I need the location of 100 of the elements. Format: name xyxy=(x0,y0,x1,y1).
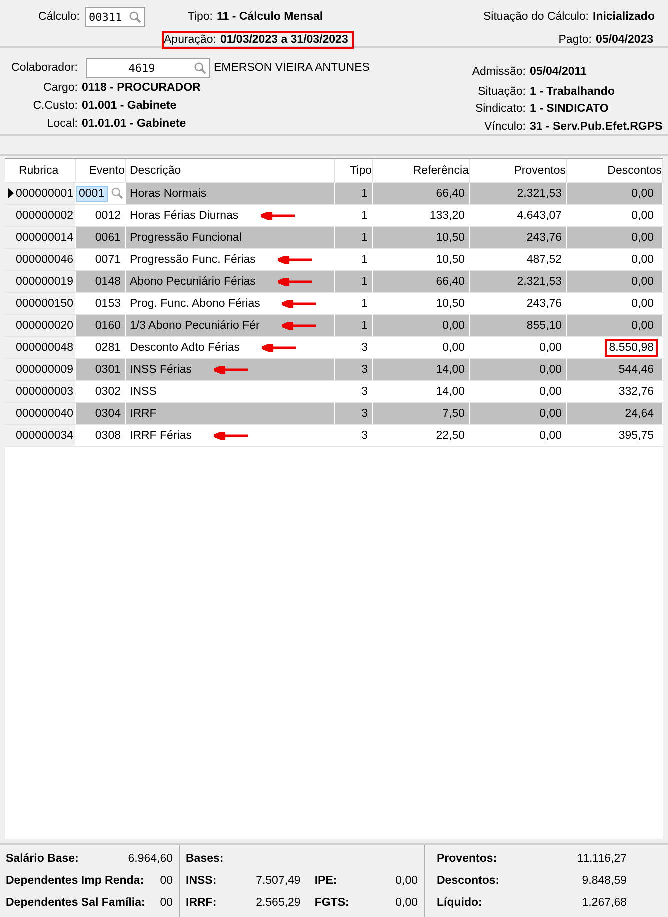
referencia-cell: 66,40 xyxy=(373,271,470,292)
proventos-cell: 0,00 xyxy=(470,359,567,380)
search-icon[interactable] xyxy=(194,62,207,74)
proventos-cell: 0,00 xyxy=(470,403,567,424)
tipo-cell: 3 xyxy=(335,403,373,424)
descontos-cell-text: 332,76 xyxy=(618,384,655,400)
field-value: 1 - SINDICATO xyxy=(530,103,609,116)
summary-value: 7.507,49 xyxy=(255,875,301,887)
referencia-cell: 22,50 xyxy=(373,425,470,446)
rubrica-cell: 000000019 xyxy=(16,276,74,288)
descontos-cell-text: 0,00 xyxy=(630,296,655,312)
field-label: Colaborador: xyxy=(10,62,79,74)
employee-name: EMERSON VIEIRA ANTUNES xyxy=(213,62,370,74)
description-cell: INSS xyxy=(130,386,157,398)
calculo-field[interactable]: 00311 xyxy=(85,7,145,27)
table-row[interactable]: 000000001 0001 Horas Normais 1 66,40 2.321,53 0,00 xyxy=(5,183,663,205)
evento-cell: 0302 xyxy=(95,386,121,398)
field-value: 0118 - PROCURADOR xyxy=(82,82,201,94)
rubrica-cell: 000000034 xyxy=(16,430,74,442)
field-value: 1 - Trabalhando xyxy=(530,86,615,98)
summary-label: Proventos: xyxy=(437,853,498,865)
search-icon[interactable] xyxy=(111,187,124,200)
field-label: Pagto: xyxy=(558,34,593,46)
rubrica-cell: 000000150 xyxy=(16,298,74,310)
field-label: Cargo: xyxy=(42,82,79,94)
field-label: Vínculo: xyxy=(483,120,527,133)
tipo-cell: 1 xyxy=(335,205,373,226)
summary-value: 2.565,29 xyxy=(255,897,301,909)
field-value: 01.01.01 - Gabinete xyxy=(82,118,186,130)
description-cell: 1/3 Abono Pecuniário Fér xyxy=(130,320,260,332)
evento-cell: 0281 xyxy=(95,342,121,354)
proventos-cell: 4.643,07 xyxy=(470,205,567,226)
summary-label: Dependentes Imp Renda: xyxy=(6,875,146,887)
field-value: 01/03/2023 a 31/03/2023 xyxy=(220,34,348,46)
proventos-cell: 0,00 xyxy=(470,425,567,446)
rubrica-cell: 000000048 xyxy=(16,342,74,354)
tipo-cell: 3 xyxy=(335,381,373,402)
proventos-cell: 243,76 xyxy=(470,293,567,314)
descontos-cell-text: 544,46 xyxy=(618,362,655,378)
field-value: 4619 xyxy=(128,62,156,74)
field-value: 05/04/2011 xyxy=(530,66,587,78)
summary-label: Salário Base: xyxy=(6,853,80,865)
field-label: Cálculo: xyxy=(37,11,81,23)
rubrica-cell: 000000040 xyxy=(16,408,74,420)
referencia-cell: 66,40 xyxy=(373,183,470,204)
rubrica-cell: 000000001 xyxy=(16,188,74,200)
evento-cell: 0012 xyxy=(95,210,121,222)
table-row[interactable]: 000000020 0160 1/3 Abono Pecuniário Fér 1 0,00 855,10 0,00 xyxy=(5,315,663,337)
field-value: 05/04/2023 xyxy=(596,34,655,46)
summary-value: 6.964,60 xyxy=(128,853,173,865)
summary-value: 11.116,27 xyxy=(576,853,627,865)
description-cell: Progressão Func. Férias xyxy=(130,254,256,266)
field-value: 11 - Cálculo Mensal xyxy=(217,11,324,23)
tipo-cell: 3 xyxy=(335,359,373,380)
search-icon[interactable] xyxy=(129,10,142,24)
evento-cell: 0061 xyxy=(95,232,121,244)
table-row[interactable]: 000000014 0061 Progressão Funcional 1 10,50 243,76 0,00 xyxy=(5,227,663,249)
field-value: Inicializado xyxy=(593,11,655,23)
table-row[interactable]: 000000019 0148 Abono Pecuniário Férias 1 66,40 2.321,53 0,00 xyxy=(5,271,663,293)
summary-label: IPE: xyxy=(314,875,338,887)
rubrica-cell: 000000014 xyxy=(16,232,74,244)
field-label: Apuração: xyxy=(164,34,218,46)
field-value: 00311 xyxy=(88,10,124,24)
referencia-cell: 14,00 xyxy=(373,381,470,402)
referencia-cell: 7,50 xyxy=(373,403,470,424)
description-cell: Desconto Adto Férias xyxy=(130,342,240,354)
referencia-cell: 10,50 xyxy=(373,227,470,248)
description-cell: INSS Férias xyxy=(130,364,192,376)
summary-label: Bases: xyxy=(186,853,224,865)
descontos-cell: 8.550,98 xyxy=(605,338,658,356)
colaborador-field[interactable]: 4619 xyxy=(86,58,210,78)
proventos-cell: 243,76 xyxy=(470,227,567,248)
tipo-cell: 1 xyxy=(335,249,373,270)
table-row[interactable]: 000000040 0304 IRRF 3 7,50 0,00 24,64 xyxy=(5,403,663,425)
field-value: 01.001 - Gabinete xyxy=(82,100,177,112)
summary-label: Descontos: xyxy=(437,875,501,887)
table-row[interactable]: 000000034 0308 IRRF Férias 3 22,50 0,00 395,75 xyxy=(5,425,663,447)
description-cell: IRRF xyxy=(130,408,157,420)
evento-cell: 0071 xyxy=(95,254,121,266)
rubrica-cell: 000000046 xyxy=(16,254,74,266)
summary-value: 1.267,68 xyxy=(581,897,627,909)
evento-cell: 0160 xyxy=(95,320,121,332)
proventos-cell: 0,00 xyxy=(470,337,567,358)
tipo-cell: 1 xyxy=(335,227,373,248)
description-cell: Abono Pecuniário Férias xyxy=(130,276,256,288)
rubrica-cell: 000000003 xyxy=(16,386,74,398)
description-cell: Progressão Funcional xyxy=(130,232,242,244)
table-row[interactable]: 000000009 0301 INSS Férias 3 14,00 0,00 544,46 xyxy=(5,359,663,381)
summary-value: 9.848,59 xyxy=(581,875,627,887)
evento-cell: 0308 xyxy=(95,430,121,442)
descontos-cell-text: 0,00 xyxy=(630,186,655,202)
evento-input[interactable]: 0001 xyxy=(76,186,108,202)
referencia-cell: 14,00 xyxy=(373,359,470,380)
description-cell: Horas Férias Diurnas xyxy=(130,210,239,222)
field-label: Local: xyxy=(46,118,79,130)
descontos-cell-text: 0,00 xyxy=(630,208,655,224)
proventos-cell: 2.321,53 xyxy=(470,183,567,204)
summary-value: 00 xyxy=(160,875,173,887)
rubrica-cell: 000000009 xyxy=(16,364,74,376)
summary-label: INSS: xyxy=(186,875,218,887)
